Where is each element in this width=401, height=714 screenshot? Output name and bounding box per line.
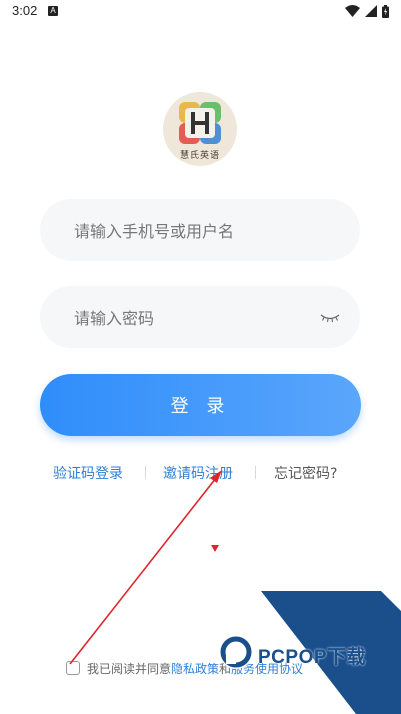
eye-closed-icon[interactable]: [320, 312, 340, 324]
password-input[interactable]: [72, 286, 326, 350]
watermark-text: PCPOP下载: [258, 647, 367, 668]
notification-icon: A: [48, 6, 58, 16]
status-bar: 3:02 A: [0, 0, 401, 24]
annotation-arrow-icon: [69, 470, 222, 665]
invite-register-link[interactable]: 邀请码注册: [163, 462, 233, 486]
status-time: 3:02: [12, 3, 38, 18]
agreement-checkbox[interactable]: [66, 661, 80, 675]
password-field[interactable]: [40, 286, 360, 350]
agreement-and: 和: [219, 662, 232, 676]
sms-login-link[interactable]: 验证码登录: [53, 462, 123, 486]
logo-caption: 慧氏英语: [179, 151, 220, 161]
privacy-policy-link[interactable]: 隐私政策: [171, 662, 219, 676]
agreement-prefix: 我已阅读并同意: [87, 662, 172, 676]
wifi-icon: [345, 5, 360, 17]
battery-icon: [382, 4, 389, 18]
login-button[interactable]: 登 录: [40, 374, 361, 436]
phone-input[interactable]: [72, 199, 326, 263]
signal-icon: [365, 5, 377, 17]
logo-h-icon: [179, 102, 221, 144]
login-options: 验证码登录 邀请码注册 忘记密码?: [0, 462, 401, 486]
app-logo: 慧氏英语: [163, 92, 237, 166]
phone-field[interactable]: [40, 199, 360, 263]
divider: [145, 466, 146, 479]
divider: [255, 466, 256, 479]
forgot-password-link[interactable]: 忘记密码?: [274, 462, 337, 486]
